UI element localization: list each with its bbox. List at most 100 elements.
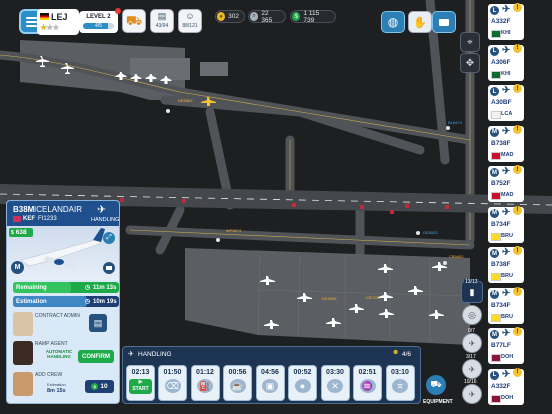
shop-button[interactable]: ⛟ [122,9,146,33]
hangar-north [200,62,228,76]
service-slot[interactable]: 03:10 ≡ [385,365,415,401]
service-slot[interactable]: 01:12 ⛽ [190,365,220,401]
currency-pill-1[interactable]: ● 302 [215,10,245,23]
flight-plane-icon: ✈ [502,85,511,96]
flight-aircraft-type: B734F [491,220,511,228]
level-chip[interactable]: LEVEL 2 4/5 [79,8,121,33]
service-time: 02:51 [358,369,377,376]
taxi-label: CB9402 [449,254,464,259]
alert-icon: ! [513,327,522,336]
currency-pill-2[interactable]: ⌕ 22 365 [248,9,286,24]
service-time: 00:56 [228,369,247,376]
flight-destination: BRU [501,232,513,239]
flight-aircraft-type: B734F [491,301,511,309]
staff-count: 88/121 [182,23,198,29]
camera-follow-button[interactable] [103,262,115,274]
confirm-label: CONFIRM [82,353,110,360]
flight-destination: DOH [501,354,514,360]
globe-button[interactable]: ◍ [381,11,405,33]
level-progress-bar: 4/5 [83,23,114,29]
equipment-label: EQUIPMENT [423,399,453,405]
baggage-icon: ▣ [262,379,278,393]
origin-flag-icon [13,216,21,222]
flight-aircraft-type: A306F [491,58,511,66]
staff-button[interactable]: ☺ 88/121 [178,9,202,33]
expand-button[interactable]: ⤢ [103,232,115,244]
contract-admin-label: CONTRACT ADMIN [35,313,80,319]
crew-cost-icon: $ [91,383,99,390]
flight-aircraft-type: A332F [491,382,511,390]
departure-plane-icon: ✈ [468,389,476,399]
flight-plane-icon: ✈ [502,44,511,56]
airport-chip[interactable]: LEJ ★★★ [37,9,79,35]
taxi-label: DE4506 [322,296,337,301]
confirm-button[interactable]: CONFIRM [78,350,114,363]
estimation-label: Estimation [16,298,47,305]
gesture-button[interactable]: ✋ [408,11,432,33]
camera-button[interactable] [432,11,456,33]
currency-pill-3[interactable]: $ 1 115 739 [290,9,336,24]
hand-icon: ✋ [413,16,427,29]
crew-estimation-value: 8m 15s [47,388,66,394]
service-slot[interactable]: 00:56 ☕ [223,365,252,401]
money-icon: $ [292,12,301,21]
service-slot[interactable]: 04:56 ▣ [255,365,285,401]
move-arrows-icon: ✥ [465,57,475,69]
flight-size-badge: M [490,127,499,137]
contracts-count: 43/94 [155,23,169,29]
remaining-label: Remaining [16,284,47,291]
runway-count: 0/7 [468,328,475,334]
service-slot[interactable]: 00:52 ● [288,365,317,401]
video-camera-icon [439,18,449,26]
size-letter: M [14,264,21,271]
focus-button[interactable]: ⌖ [460,32,480,52]
flight-size-badge: L [490,87,499,96]
start-label: START [132,386,149,392]
catering-icon: ☕ [229,379,246,393]
start-slot[interactable]: 02:13 ▶ START [126,365,155,401]
staff-icon: ☻ [392,349,400,356]
staff-count: 4/6 [402,351,412,358]
equipment-button[interactable]: ⛟ [426,375,446,395]
flight-size-badge: M [490,168,499,177]
country-flag-icon [491,192,501,200]
service-slot[interactable]: 02:51 ♒ [353,365,382,401]
start-button[interactable]: ▶ START [129,379,152,394]
crew-estimation-label: Estimation [47,382,66,387]
cleaning-icon: ♒ [359,379,376,393]
taxi-label: WF3674 [226,228,242,233]
taxi-label: DE8563 [178,98,193,103]
star-rating: ★★★ [40,23,60,32]
contract-admin-row: CONTRACT ADMIN ▤ [7,310,119,337]
currency-3-value: 1 115 739 [303,9,320,24]
service-time: 03:10 [391,369,409,376]
taxi-label: OE6532 [423,230,438,235]
automatic-handling-label: AUTOMATIC HANDLING [45,349,73,359]
contract-button[interactable]: ▤ [89,314,107,332]
move-button[interactable]: ✥ [460,53,480,73]
service-slot[interactable]: 03:30 ✕ [320,365,350,401]
departures-button[interactable]: ✈ [462,384,482,404]
hire-crew-button[interactable]: $10 [85,380,114,393]
germany-flag-icon [40,13,49,20]
flight-size-badge: L [490,370,499,380]
taxi-label: BL8474 [448,120,462,125]
runway-button[interactable]: ✈ [462,333,482,353]
arrivals-button[interactable]: ✈ [462,359,482,379]
contracts-button[interactable]: ▤ 43/94 [150,9,174,33]
water-icon: ● [294,379,311,393]
clipboard-icon: ▤ [157,11,167,21]
alert-icon: ! [513,43,522,53]
currency-1-value: 302 [228,13,239,20]
currency-2-value: 22 365 [261,9,273,24]
service-slot[interactable]: 01:50 ⌫ [158,365,187,401]
flight-size-badge: M [490,330,499,339]
vehicle-button[interactable]: ◎ [462,305,482,325]
ramp-agent-row: RAMP AGENT AUTOMATIC HANDLING CONFIRM [7,339,119,366]
alert-icon: ! [513,367,522,377]
contract-document-icon: ▤ [93,317,103,328]
aircraft-panel[interactable]: B38M ICELANDAIR KEF FI1233 ✈ HANDLING $6… [6,200,120,404]
remaining-bar: Remaining ◷ 11m 13s [13,282,119,293]
level-progress-text: 4/5 [95,23,102,29]
alert-icon: ! [513,205,522,215]
